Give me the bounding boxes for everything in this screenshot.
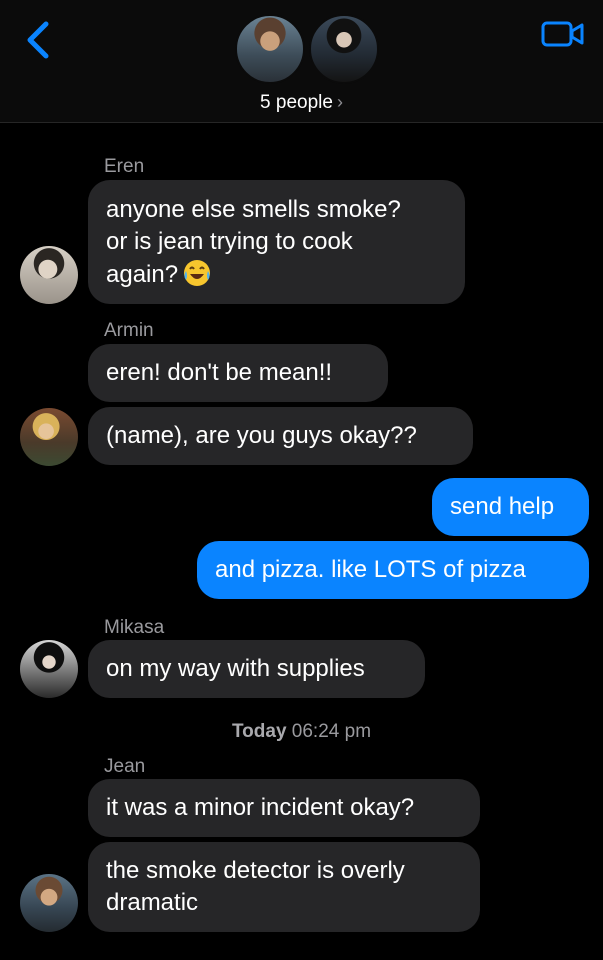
- message-line: (name), are you guys okay??: [106, 422, 417, 449]
- group-members-button[interactable]: 5 people ›: [0, 92, 603, 114]
- sender-name: Eren: [104, 156, 145, 177]
- message-line-with-emoji: again?: [106, 258, 447, 291]
- sender-name: Jean: [104, 756, 146, 777]
- message-bubble-incoming[interactable]: it was a minor incident okay?: [88, 779, 480, 837]
- message-line: the smoke detector is overly: [106, 857, 405, 884]
- message-line: and pizza. like LOTS of pizza: [215, 556, 526, 583]
- message-line: or is jean trying to cook: [106, 228, 353, 255]
- avatar[interactable]: [20, 874, 78, 932]
- message-line: dramatic: [106, 889, 199, 916]
- group-avatar-2[interactable]: [309, 14, 379, 84]
- chevron-left-icon[interactable]: [22, 20, 58, 60]
- message-bubble-incoming[interactable]: anyone else smells smoke? or is jean try…: [88, 180, 465, 304]
- message-bubble-outgoing[interactable]: and pizza. like LOTS of pizza: [197, 541, 589, 599]
- message-bubble-outgoing[interactable]: send help: [432, 478, 589, 536]
- timestamp-time: 06:24 pm: [291, 721, 372, 742]
- group-avatar-1[interactable]: [235, 14, 305, 84]
- timestamp: Today 06:24 pm: [0, 721, 603, 743]
- message-bubble-incoming[interactable]: eren! don't be mean!!: [88, 344, 388, 402]
- message-bubble-incoming[interactable]: on my way with supplies: [88, 640, 425, 698]
- video-camera-icon[interactable]: [541, 20, 585, 48]
- message-line: eren! don't be mean!!: [106, 359, 333, 386]
- message-bubble-incoming[interactable]: (name), are you guys okay??: [88, 407, 473, 465]
- sender-name: Mikasa: [104, 617, 165, 638]
- avatar[interactable]: [20, 640, 78, 698]
- message-line: it was a minor incident okay?: [106, 794, 415, 821]
- message-line: on my way with supplies: [106, 655, 365, 682]
- chevron-right-icon: ›: [336, 92, 343, 112]
- avatar[interactable]: [20, 246, 78, 304]
- message-line: send help: [450, 493, 555, 520]
- group-members-label: 5 people: [260, 92, 333, 113]
- message-bubble-incoming[interactable]: the smoke detector is overly dramatic: [88, 842, 480, 932]
- timestamp-day: Today: [231, 721, 287, 742]
- face-with-tears-of-joy-icon: [184, 260, 211, 286]
- avatar[interactable]: [20, 408, 78, 466]
- message-line: anyone else smells smoke?: [106, 196, 401, 223]
- message-line: again?: [106, 261, 179, 288]
- chat-header: 5 people ›: [0, 0, 603, 123]
- sender-name: Armin: [104, 320, 154, 341]
